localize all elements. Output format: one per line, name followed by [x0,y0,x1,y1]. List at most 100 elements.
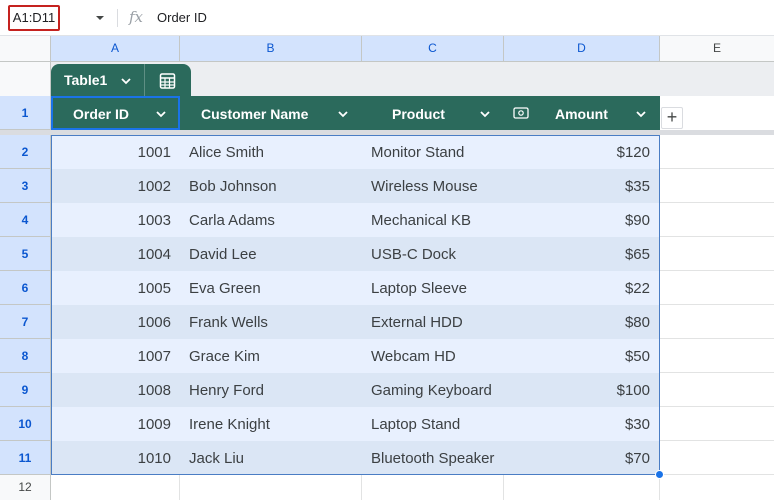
row-header[interactable]: 7 [0,305,51,339]
customer-name-cell[interactable]: Bob Johnson [189,178,277,195]
order-id-cell[interactable]: 1009 [138,416,171,433]
order-id-cell[interactable]: 1007 [138,348,171,365]
amount-cell[interactable]: $35 [625,178,650,195]
row-header[interactable]: 4 [0,203,51,237]
table-name[interactable]: Table1 [64,72,107,88]
row-header[interactable]: 10 [0,407,51,441]
row-header[interactable]: 11 [0,441,51,475]
product-cell[interactable]: Bluetooth Speaker [371,450,494,467]
customer-name-cell[interactable]: Grace Kim [189,348,260,365]
table-row: 1006 Frank Wells External HDD $80 [51,305,660,339]
product-cell[interactable]: Monitor Stand [371,144,464,161]
fx-icon: fx [129,8,144,26]
empty-cell-e[interactable] [660,407,774,441]
order-id-cell[interactable]: 1010 [138,450,171,467]
product-cell[interactable]: Mechanical KB [371,212,471,229]
customer-name-cell[interactable]: Frank Wells [189,314,268,331]
formula-bar: A1:D11 fx Order ID [0,0,774,36]
row-header[interactable]: 5 [0,237,51,271]
empty-cell-e[interactable] [660,169,774,203]
active-cell-outline [51,96,180,130]
amount-cell[interactable]: $50 [625,348,650,365]
row-header[interactable]: 3 [0,169,51,203]
table-row: 1001 Alice Smith Monitor Stand $120 [51,135,660,169]
order-id-cell[interactable]: 1001 [138,144,171,161]
header-label: Customer Name [201,106,309,122]
empty-cell-e[interactable] [660,373,774,407]
order-id-cell[interactable]: 1003 [138,212,171,229]
product-cell[interactable]: Wireless Mouse [371,178,478,195]
customer-name-cell[interactable]: Henry Ford [189,382,264,399]
row-header-12[interactable]: 12 [0,475,51,500]
customer-name-cell[interactable]: Carla Adams [189,212,275,229]
customer-name-cell[interactable]: Eva Green [189,280,261,297]
formula-input[interactable]: Order ID [157,10,207,25]
table-name-chip[interactable]: Table1 [51,64,191,96]
order-id-cell[interactable]: 1005 [138,280,171,297]
gridline [361,475,362,500]
name-box-dropdown-icon[interactable] [93,11,107,25]
divider [144,64,145,96]
product-cell[interactable]: Laptop Stand [371,416,460,433]
row-header[interactable]: 9 [0,373,51,407]
customer-name-cell[interactable]: Jack Liu [189,450,244,467]
table-row: 1007 Grace Kim Webcam HD $50 [51,339,660,373]
amount-cell[interactable]: $65 [625,246,650,263]
table-header-customer-name[interactable]: Customer Name [180,96,362,130]
order-id-cell[interactable]: 1008 [138,382,171,399]
row-header[interactable]: 8 [0,339,51,373]
table-row: 1005 Eva Green Laptop Sleeve $22 [51,271,660,305]
divider [117,9,118,27]
customer-name-cell[interactable]: David Lee [189,246,257,263]
chevron-down-icon[interactable] [634,107,648,121]
row-header[interactable]: 2 [0,135,51,169]
product-cell[interactable]: Gaming Keyboard [371,382,492,399]
order-id-cell[interactable]: 1002 [138,178,171,195]
empty-cell-e[interactable] [660,441,774,475]
header-label: Amount [555,106,608,122]
empty-cell-e[interactable] [660,237,774,271]
empty-cell-e[interactable] [660,339,774,373]
table-row: 1010 Jack Liu Bluetooth Speaker $70 [51,441,660,475]
amount-cell[interactable]: $90 [625,212,650,229]
table-settings-icon[interactable] [158,71,178,91]
customer-name-cell[interactable]: Irene Knight [189,416,270,433]
empty-cell-e[interactable] [660,203,774,237]
amount-cell[interactable]: $22 [625,280,650,297]
name-box[interactable]: A1:D11 [8,5,60,31]
column-header-b[interactable]: B [180,36,362,62]
row-header-spacer [0,62,51,96]
table-header-product[interactable]: Product [362,96,504,130]
column-header-a[interactable]: A [51,36,180,62]
product-cell[interactable]: External HDD [371,314,463,331]
chevron-down-icon[interactable] [336,107,350,121]
product-cell[interactable]: Laptop Sleeve [371,280,467,297]
row-header[interactable]: 6 [0,271,51,305]
column-header-d[interactable]: D [504,36,660,62]
customer-name-cell[interactable]: Alice Smith [189,144,264,161]
row-header-1[interactable]: 1 [0,96,51,130]
amount-cell[interactable]: $30 [625,416,650,433]
empty-cell-e[interactable] [660,305,774,339]
table-header-amount[interactable]: Amount [504,96,660,130]
product-cell[interactable]: Webcam HD [371,348,456,365]
add-column-button[interactable]: + [661,107,683,129]
empty-cell-e[interactable] [660,135,774,169]
chevron-down-icon[interactable] [119,74,133,88]
table-row: 1008 Henry Ford Gaming Keyboard $100 [51,373,660,407]
product-cell[interactable]: USB-C Dock [371,246,456,263]
fill-handle[interactable] [655,470,664,479]
gridline [503,475,504,500]
amount-cell[interactable]: $80 [625,314,650,331]
amount-cell[interactable]: $120 [617,144,650,161]
amount-cell[interactable]: $70 [625,450,650,467]
order-id-cell[interactable]: 1006 [138,314,171,331]
select-all-corner[interactable] [0,36,51,62]
order-id-cell[interactable]: 1004 [138,246,171,263]
empty-cell-e[interactable] [660,271,774,305]
column-header-c[interactable]: C [362,36,504,62]
amount-cell[interactable]: $100 [617,382,650,399]
column-header-e[interactable]: E [660,36,774,62]
table-row: 1003 Carla Adams Mechanical KB $90 [51,203,660,237]
chevron-down-icon[interactable] [478,107,492,121]
